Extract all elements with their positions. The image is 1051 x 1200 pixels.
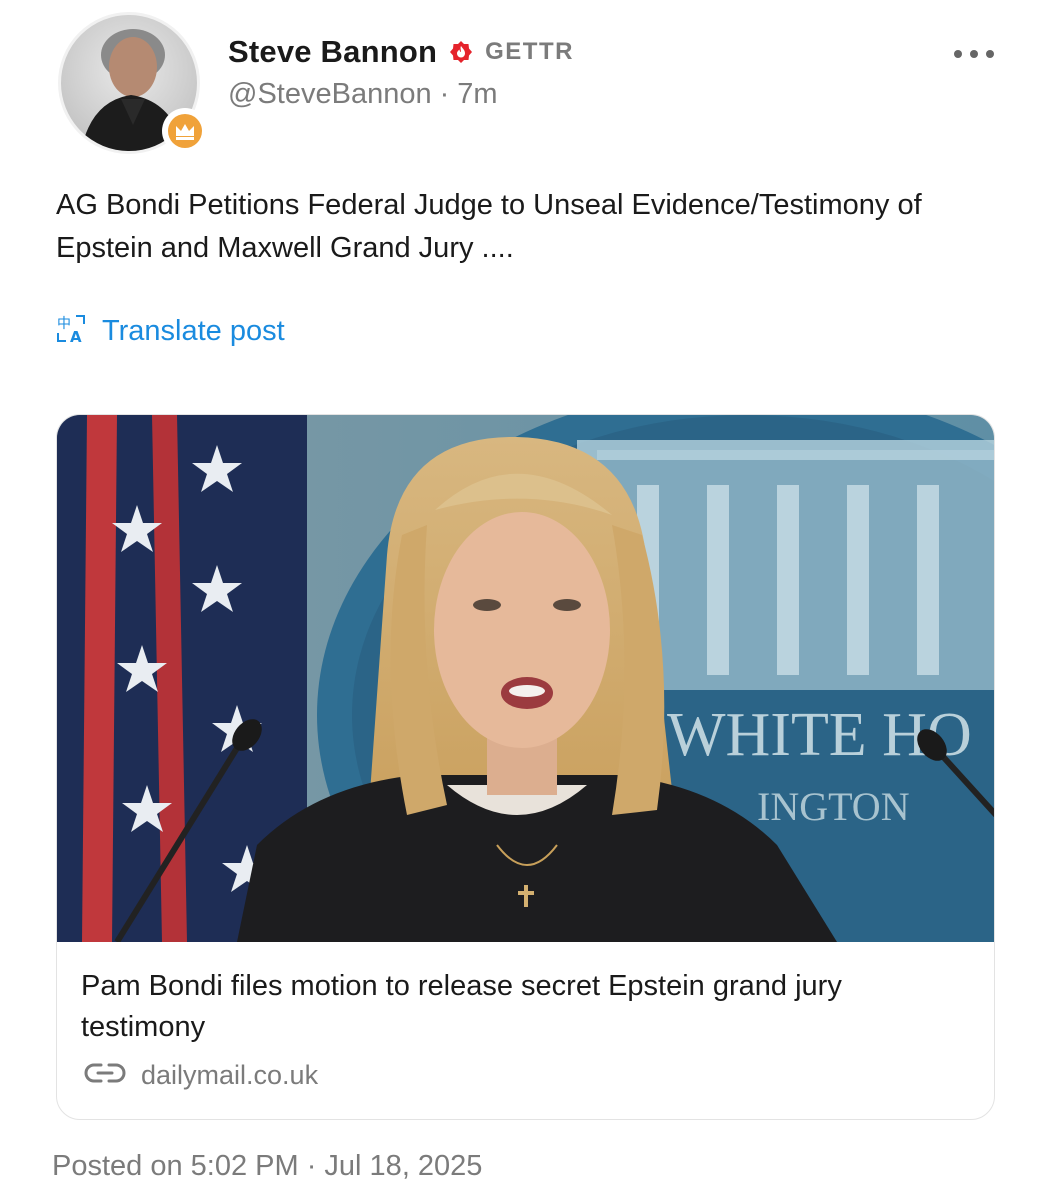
dot xyxy=(986,50,994,58)
author-avatar[interactable] xyxy=(58,12,208,154)
link-source-domain: dailymail.co.uk xyxy=(141,1060,319,1090)
link-card-title: Pam Bondi files motion to release secret… xyxy=(81,970,842,1043)
author-name[interactable]: Steve Bannon xyxy=(228,34,437,70)
sign-text-washington: INGTON xyxy=(757,784,910,829)
link-icon xyxy=(83,1060,127,1091)
author-handle[interactable]: @SteveBannon xyxy=(228,78,432,111)
svg-text:中: 中 xyxy=(57,316,71,332)
link-card-source: dailymail.co.uk xyxy=(83,1060,318,1091)
meta-separator: · xyxy=(439,78,450,110)
svg-text:A: A xyxy=(70,328,82,345)
translate-post-label: Translate post xyxy=(102,315,285,347)
post-time-ago: 7m xyxy=(457,78,498,110)
verified-flame-icon xyxy=(449,40,473,64)
dot xyxy=(970,50,978,58)
post-timestamp: Posted on 5:02 PM · Jul 18, 2025 xyxy=(52,1150,483,1182)
author-name-row: Steve Bannon GETTR xyxy=(228,32,574,72)
platform-tag: GETTR xyxy=(485,38,574,65)
dot xyxy=(954,50,962,58)
more-dots-icon[interactable] xyxy=(948,38,1000,70)
translate-post-button[interactable]: 中 A Translate post xyxy=(56,313,285,350)
translate-icon: 中 A xyxy=(56,313,88,350)
link-preview-image: WHITE HO INGTON xyxy=(57,415,994,942)
author-meta: @SteveBannon · 7m xyxy=(228,78,498,111)
crown-icon xyxy=(162,108,208,154)
post-text: AG Bondi Petitions Federal Judge to Unse… xyxy=(56,189,922,264)
link-preview-card[interactable]: WHITE HO INGTON Pam Bondi files motion t… xyxy=(56,414,995,1120)
